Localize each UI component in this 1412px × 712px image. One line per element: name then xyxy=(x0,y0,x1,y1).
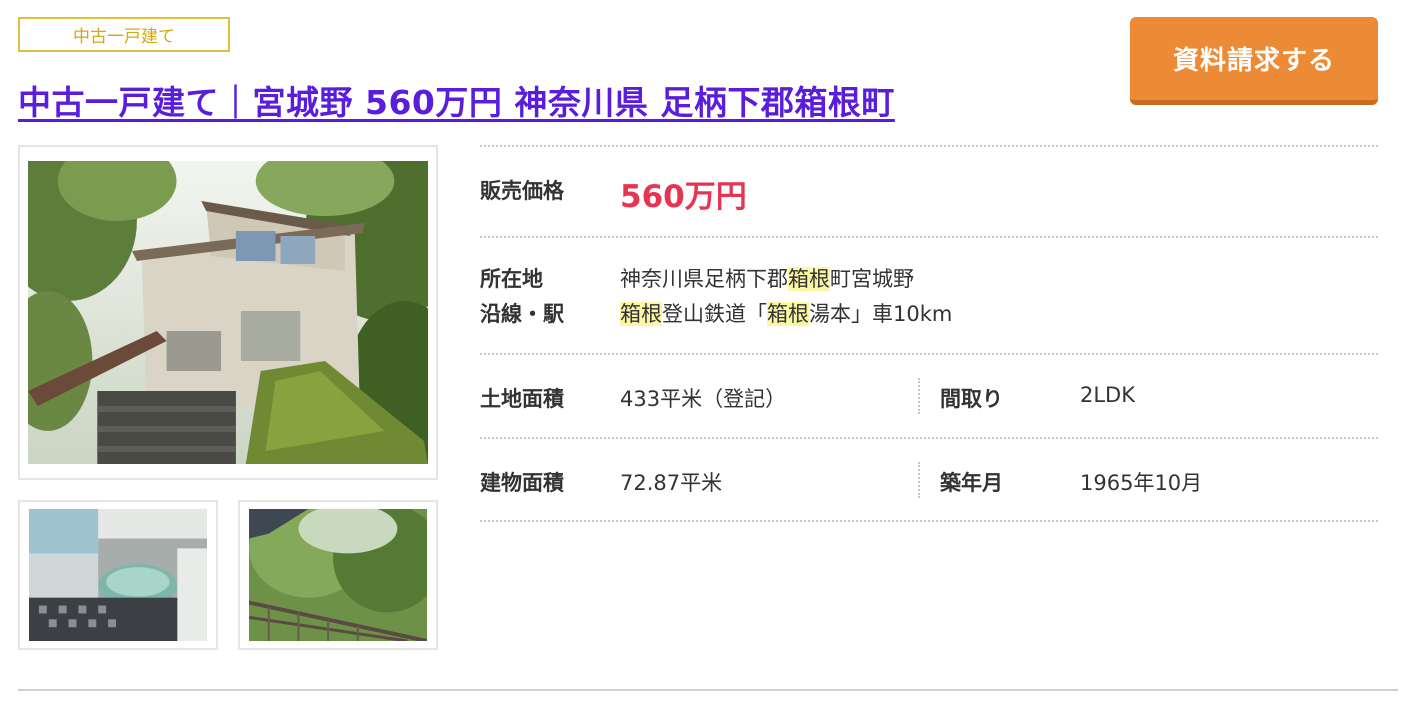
line-station-value: 箱根登山鉄道「箱根湯本」車10km xyxy=(620,298,952,328)
station-keyword-highlight: 箱根 xyxy=(767,302,809,326)
building-area-label: 建物面積 xyxy=(480,471,564,495)
location-text-suffix: 町宮城野 xyxy=(830,267,914,291)
building-built-row: 建物面積 72.87平米 築年月 1965年10月 xyxy=(480,437,1378,522)
line-text-middle: 登山鉄道「 xyxy=(662,302,767,326)
location-label: 所在地 xyxy=(480,267,543,291)
balcony-view-image xyxy=(249,509,427,641)
built-date-value: 1965年10月 xyxy=(1080,471,1203,495)
price-row: 販売価格 560万円 xyxy=(480,145,1378,236)
bathroom-image xyxy=(29,509,207,641)
built-date-label: 築年月 xyxy=(940,471,1003,495)
column-divider xyxy=(918,378,920,414)
layout-label: 間取り xyxy=(940,387,1003,411)
location-keyword-highlight: 箱根 xyxy=(788,267,830,291)
location-value: 神奈川県足柄下郡箱根町宮城野 xyxy=(620,263,914,293)
price-value: 560万円 xyxy=(620,179,747,215)
bathroom-thumbnail[interactable] xyxy=(18,500,218,650)
column-divider xyxy=(918,462,920,498)
line-keyword-highlight: 箱根 xyxy=(620,302,662,326)
land-area-label: 土地面積 xyxy=(480,387,564,411)
land-area-value: 433平米（登記） xyxy=(620,387,787,411)
property-listing-card: 中古一戸建て 中古一戸建て｜宮城野 560万円 神奈川県 足柄下郡箱根町 資料請… xyxy=(0,0,1412,712)
building-area-value: 72.87平米 xyxy=(620,471,723,495)
land-layout-row: 土地面積 433平米（登記） 間取り 2LDK xyxy=(480,353,1378,437)
line-station-label: 沿線・駅 xyxy=(480,302,564,326)
card-bottom-divider xyxy=(18,689,1398,691)
property-type-badge: 中古一戸建て xyxy=(18,17,230,52)
listing-title-link[interactable]: 中古一戸建て｜宮城野 560万円 神奈川県 足柄下郡箱根町 xyxy=(18,76,895,124)
price-label: 販売価格 xyxy=(480,179,564,203)
request-info-button[interactable]: 資料請求する xyxy=(1130,17,1378,105)
location-text-prefix: 神奈川県足柄下郡 xyxy=(620,267,788,291)
layout-value: 2LDK xyxy=(1080,383,1136,407)
main-property-photo[interactable] xyxy=(18,145,438,480)
line-text-suffix: 湯本」車10km xyxy=(809,302,953,326)
house-exterior-image xyxy=(28,161,428,464)
location-row: 所在地 神奈川県足柄下郡箱根町宮城野 沿線・駅 箱根登山鉄道「箱根湯本」車10k… xyxy=(480,236,1378,353)
property-details-table: 販売価格 560万円 所在地 神奈川県足柄下郡箱根町宮城野 沿線・駅 箱根登山鉄… xyxy=(480,145,1378,522)
balcony-view-thumbnail[interactable] xyxy=(238,500,438,650)
